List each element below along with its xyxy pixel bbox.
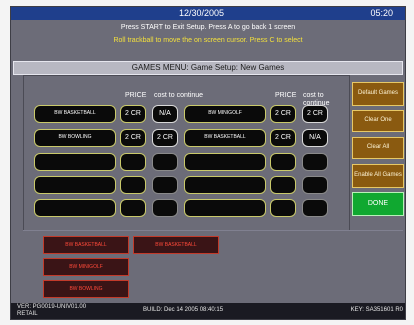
cost-right-1[interactable]: 2 CR bbox=[302, 105, 328, 123]
game-slot-empty[interactable] bbox=[34, 176, 116, 194]
selected-game-2[interactable]: BW BASKETBALL bbox=[133, 236, 219, 254]
game-slot-empty[interactable] bbox=[34, 153, 116, 171]
retail-label: RETAIL bbox=[17, 311, 38, 317]
page-title: GAMES MENU: Game Setup: New Games bbox=[13, 61, 403, 75]
price-empty[interactable] bbox=[120, 176, 146, 194]
cost-empty[interactable] bbox=[152, 176, 178, 194]
instruction-trackball: Roll trackball to move the on screen cur… bbox=[113, 37, 303, 44]
game-slot-right-1[interactable]: BW MINIGOLF bbox=[184, 105, 266, 123]
price-left-2[interactable]: 2 CR bbox=[120, 129, 146, 147]
game-slot-left-2[interactable]: BW BOWLING bbox=[34, 129, 116, 147]
date-display: 12/30/2005 bbox=[179, 8, 225, 18]
cost-empty[interactable] bbox=[302, 176, 328, 194]
cost-empty[interactable] bbox=[302, 199, 328, 217]
price-empty[interactable] bbox=[270, 199, 296, 217]
game-slot-left-1[interactable]: BW BASKETBALL bbox=[34, 105, 116, 123]
price-header-left: PRICE bbox=[125, 92, 147, 99]
version-label: VER: PG0019-UNIV01.00 bbox=[17, 304, 87, 310]
cost-empty[interactable] bbox=[302, 153, 328, 171]
price-empty[interactable] bbox=[270, 176, 296, 194]
cost-left-2[interactable]: 2 CR bbox=[152, 129, 178, 147]
price-left-1[interactable]: 2 CR bbox=[120, 105, 146, 123]
selected-games-panel: BW BASKETBALL BW BASKETBALL BW MINIGOLF … bbox=[23, 230, 403, 303]
selected-game-3[interactable]: BW MINIGOLF bbox=[43, 258, 129, 276]
price-right-1[interactable]: 2 CR bbox=[270, 105, 296, 123]
cost-left-1[interactable]: N/A bbox=[152, 105, 178, 123]
price-right-2[interactable]: 2 CR bbox=[270, 129, 296, 147]
instruction-exit: Press START to Exit Setup. Press A to go… bbox=[120, 24, 296, 31]
game-slot-right-2[interactable]: BW BASKETBALL bbox=[184, 129, 266, 147]
game-grid: PRICE cost to continue PRICE cost to con… bbox=[23, 75, 350, 231]
cost-header-left: cost to continue bbox=[154, 92, 204, 99]
game-slot-empty[interactable] bbox=[184, 199, 266, 217]
price-empty[interactable] bbox=[120, 199, 146, 217]
price-empty[interactable] bbox=[120, 153, 146, 171]
cost-right-2[interactable]: N/A bbox=[302, 129, 328, 147]
game-slot-empty[interactable] bbox=[184, 176, 266, 194]
enable-all-games-button[interactable]: Enable All Games bbox=[352, 164, 404, 188]
selected-game-4[interactable]: BW BOWLING bbox=[43, 280, 129, 298]
game-slot-empty[interactable] bbox=[184, 153, 266, 171]
build-info: BUILD: Dec 14 2005 08:40:15 bbox=[143, 307, 224, 313]
version-info: VER: PG0019-UNIV01.00 RETAIL bbox=[17, 304, 86, 318]
default-games-button[interactable]: Default Games bbox=[352, 82, 404, 106]
game-slot-empty[interactable] bbox=[34, 199, 116, 217]
key-info: KEY: SA351601 R0 bbox=[350, 307, 403, 313]
price-empty[interactable] bbox=[270, 153, 296, 171]
time-display: 05:20 bbox=[370, 8, 393, 18]
cost-empty[interactable] bbox=[152, 153, 178, 171]
price-header-right: PRICE bbox=[275, 92, 297, 99]
clear-all-button[interactable]: Clear All bbox=[352, 137, 404, 159]
status-bar: 12/30/2005 05:20 bbox=[11, 7, 405, 20]
done-button[interactable]: DONE bbox=[352, 192, 404, 216]
clear-one-button[interactable]: Clear One bbox=[352, 110, 404, 132]
cost-empty[interactable] bbox=[152, 199, 178, 217]
setup-screen: 12/30/2005 05:20 Press START to Exit Set… bbox=[10, 6, 406, 320]
selected-game-1[interactable]: BW BASKETBALL bbox=[43, 236, 129, 254]
footer-bar: VER: PG0019-UNIV01.00 RETAIL BUILD: Dec … bbox=[11, 303, 405, 319]
